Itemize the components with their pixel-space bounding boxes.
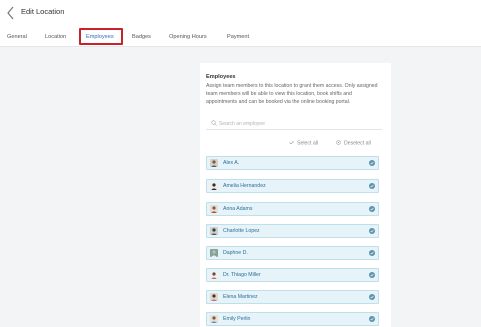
employee-name: Amelia Hernandez bbox=[223, 183, 266, 189]
avatar bbox=[210, 159, 218, 167]
active-tab-highlight bbox=[79, 28, 123, 45]
top-bar: Edit Location bbox=[0, 0, 481, 28]
employee-name: Alex A. bbox=[223, 160, 240, 166]
tab-location[interactable]: Location bbox=[45, 28, 66, 47]
check-circle-icon bbox=[369, 272, 375, 278]
employee-row[interactable]: Emily Perlin bbox=[206, 312, 379, 326]
employee-row[interactable]: Anna Adams bbox=[206, 202, 379, 216]
employee-row[interactable]: Charlotte Lopez bbox=[206, 224, 379, 238]
employees-card: Employees Assign team members to this lo… bbox=[200, 63, 391, 327]
employee-name: Charlotte Lopez bbox=[223, 228, 260, 234]
employee-row[interactable]: Daphne D. bbox=[206, 246, 379, 260]
check-circle-icon bbox=[369, 316, 375, 322]
page-title: Edit Location bbox=[21, 7, 65, 16]
section-title: Employees bbox=[206, 74, 236, 80]
search-field bbox=[206, 119, 382, 130]
check-circle-icon bbox=[369, 183, 375, 189]
employee-name: Elena Martinez bbox=[223, 294, 258, 300]
search-icon bbox=[211, 120, 217, 126]
check-circle-icon bbox=[369, 206, 375, 212]
deselect-all-label: Deselect all bbox=[344, 140, 371, 147]
check-circle-icon bbox=[369, 228, 375, 234]
employee-row[interactable]: Elena Martinez bbox=[206, 290, 379, 304]
employee-row[interactable]: Amelia Hernandez bbox=[206, 179, 379, 193]
check-circle-icon bbox=[369, 160, 375, 166]
back-arrow-icon[interactable] bbox=[5, 5, 17, 21]
employee-name: Daphne D. bbox=[223, 250, 248, 256]
circle-x-icon bbox=[336, 140, 341, 145]
employee-row[interactable]: Dr. Thiago Miller bbox=[206, 268, 379, 282]
avatar bbox=[210, 271, 218, 279]
avatar bbox=[210, 227, 218, 235]
search-input[interactable] bbox=[219, 119, 379, 128]
tab-opening-hours[interactable]: Opening Hours bbox=[169, 28, 207, 47]
employee-name: Emily Perlin bbox=[223, 316, 251, 322]
employee-name: Anna Adams bbox=[223, 206, 253, 212]
avatar bbox=[210, 249, 218, 257]
avatar bbox=[210, 315, 218, 323]
section-description: Assign team members to this location to … bbox=[206, 83, 378, 105]
check-circle-icon bbox=[369, 294, 375, 300]
tab-payment[interactable]: Payment bbox=[227, 28, 249, 47]
select-all-button[interactable]: Select all bbox=[289, 140, 318, 148]
employee-row[interactable]: Alex A. bbox=[206, 156, 379, 170]
tab-general[interactable]: General bbox=[7, 28, 27, 47]
tab-bar: General Location Employees Badges Openin… bbox=[0, 28, 481, 47]
tab-badges[interactable]: Badges bbox=[132, 28, 151, 47]
employee-name: Dr. Thiago Miller bbox=[223, 272, 261, 278]
checkmark-icon bbox=[289, 140, 294, 145]
avatar bbox=[210, 182, 218, 190]
avatar bbox=[210, 293, 218, 301]
select-all-label: Select all bbox=[297, 140, 319, 147]
check-circle-icon bbox=[369, 250, 375, 256]
avatar bbox=[210, 205, 218, 213]
deselect-all-button[interactable]: Deselect all bbox=[336, 140, 371, 148]
